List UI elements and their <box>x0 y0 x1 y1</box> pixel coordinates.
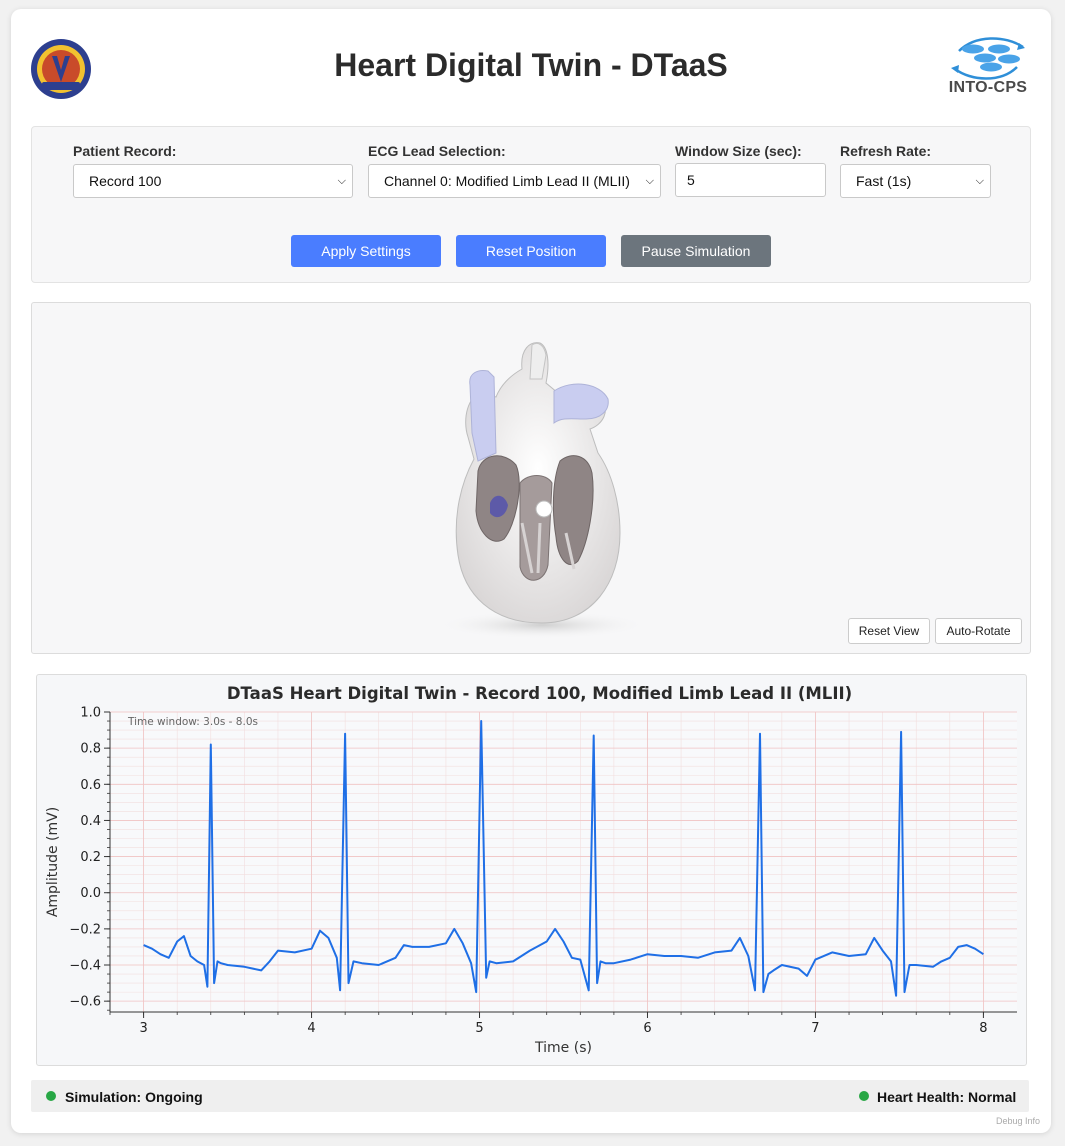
refresh-rate-label: Refresh Rate: <box>840 143 932 159</box>
patient-record-select[interactable]: Record 100 ⌵ <box>73 164 353 198</box>
y-tick-label: 0.6 <box>80 778 101 793</box>
heart-model[interactable] <box>412 333 652 643</box>
ecg-chart-panel: 3 4 5 6 7 8 1.0 0.8 0.6 0.4 0.2 0.0 −0.2 −0.4 −0.6 DTaa… <box>36 674 1027 1066</box>
y-tick-label: −0.2 <box>69 922 101 937</box>
y-tick-label: −0.4 <box>69 959 101 974</box>
patient-record-value: Record 100 <box>89 173 162 189</box>
refresh-rate-value: Fast (1s) <box>856 173 912 189</box>
simulation-status: Simulation: Ongoing <box>65 1089 203 1105</box>
heart-3d-viewer[interactable]: Reset View Auto-Rotate <box>31 302 1031 654</box>
auto-rotate-button[interactable]: Auto-Rotate <box>935 618 1022 644</box>
chevron-down-icon: ⌵ <box>337 175 346 187</box>
reset-view-button[interactable]: Reset View <box>848 618 930 644</box>
ecg-lead-select[interactable]: Channel 0: Modified Limb Lead II (MLII) … <box>368 164 661 198</box>
y-tick-label: 1.0 <box>80 706 101 721</box>
y-tick-label: 0.2 <box>80 850 101 865</box>
y-tick-label: 0.0 <box>80 886 101 901</box>
chevron-down-icon: ⌵ <box>975 175 984 187</box>
status-bar: Simulation: Ongoing Heart Health: Normal <box>31 1080 1029 1112</box>
into-cps-logo: INTO-CPS <box>945 37 1031 99</box>
y-axis-label: Amplitude (mV) <box>45 807 61 917</box>
ecg-chart: 3 4 5 6 7 8 1.0 0.8 0.6 0.4 0.2 0.0 −0.2 −0.4 −0.6 DTaa… <box>45 684 1017 1056</box>
window-size-input[interactable]: 5 <box>675 163 826 197</box>
patient-record-label: Patient Record: <box>73 143 177 159</box>
page-title: Heart Digital Twin - DTaaS <box>334 47 728 83</box>
time-window-annotation: Time window: 3.0s - 8.0s <box>127 716 258 728</box>
x-tick-label: 3 <box>139 1021 147 1036</box>
chevron-down-icon: ⌵ <box>645 175 654 187</box>
y-tick-label: 0.4 <box>80 814 101 829</box>
into-cps-logo-icon <box>951 37 1025 80</box>
y-tick-label: −0.6 <box>69 995 101 1010</box>
window-size-label: Window Size (sec): <box>675 143 802 159</box>
into-cps-logo-text: INTO-CPS <box>948 79 1028 96</box>
ecg-lead-label: ECG Lead Selection: <box>368 143 506 159</box>
y-tick-label: 0.8 <box>80 742 101 757</box>
refresh-rate-select[interactable]: Fast (1s) ⌵ <box>840 164 991 198</box>
x-tick-label: 7 <box>811 1021 819 1036</box>
window-size-value: 5 <box>687 172 695 188</box>
simulation-status-dot-icon <box>46 1091 56 1101</box>
settings-panel: Patient Record: Record 100 ⌵ ECG Lead Se… <box>31 126 1031 283</box>
main-card: Heart Digital Twin - DTaaS INTO-CPS Pati… <box>11 9 1051 1133</box>
x-tick-label: 4 <box>307 1021 315 1036</box>
health-status-dot-icon <box>859 1091 869 1101</box>
header: Heart Digital Twin - DTaaS INTO-CPS <box>11 9 1051 124</box>
x-tick-label: 6 <box>643 1021 651 1036</box>
chart-title: DTaaS Heart Digital Twin - Record 100, M… <box>227 684 852 703</box>
apply-settings-button[interactable]: Apply Settings <box>291 235 441 267</box>
heart-health-status: Heart Health: Normal <box>877 1089 1017 1105</box>
pause-simulation-button[interactable]: Pause Simulation <box>621 235 771 267</box>
ecg-lead-value: Channel 0: Modified Limb Lead II (MLII) <box>384 173 630 189</box>
x-axis-label: Time (s) <box>534 1040 592 1056</box>
x-tick-label: 5 <box>475 1021 483 1036</box>
x-tick-label: 8 <box>979 1021 987 1036</box>
debug-info-link[interactable]: Debug Info <box>996 1116 1040 1126</box>
reset-position-button[interactable]: Reset Position <box>456 235 606 267</box>
